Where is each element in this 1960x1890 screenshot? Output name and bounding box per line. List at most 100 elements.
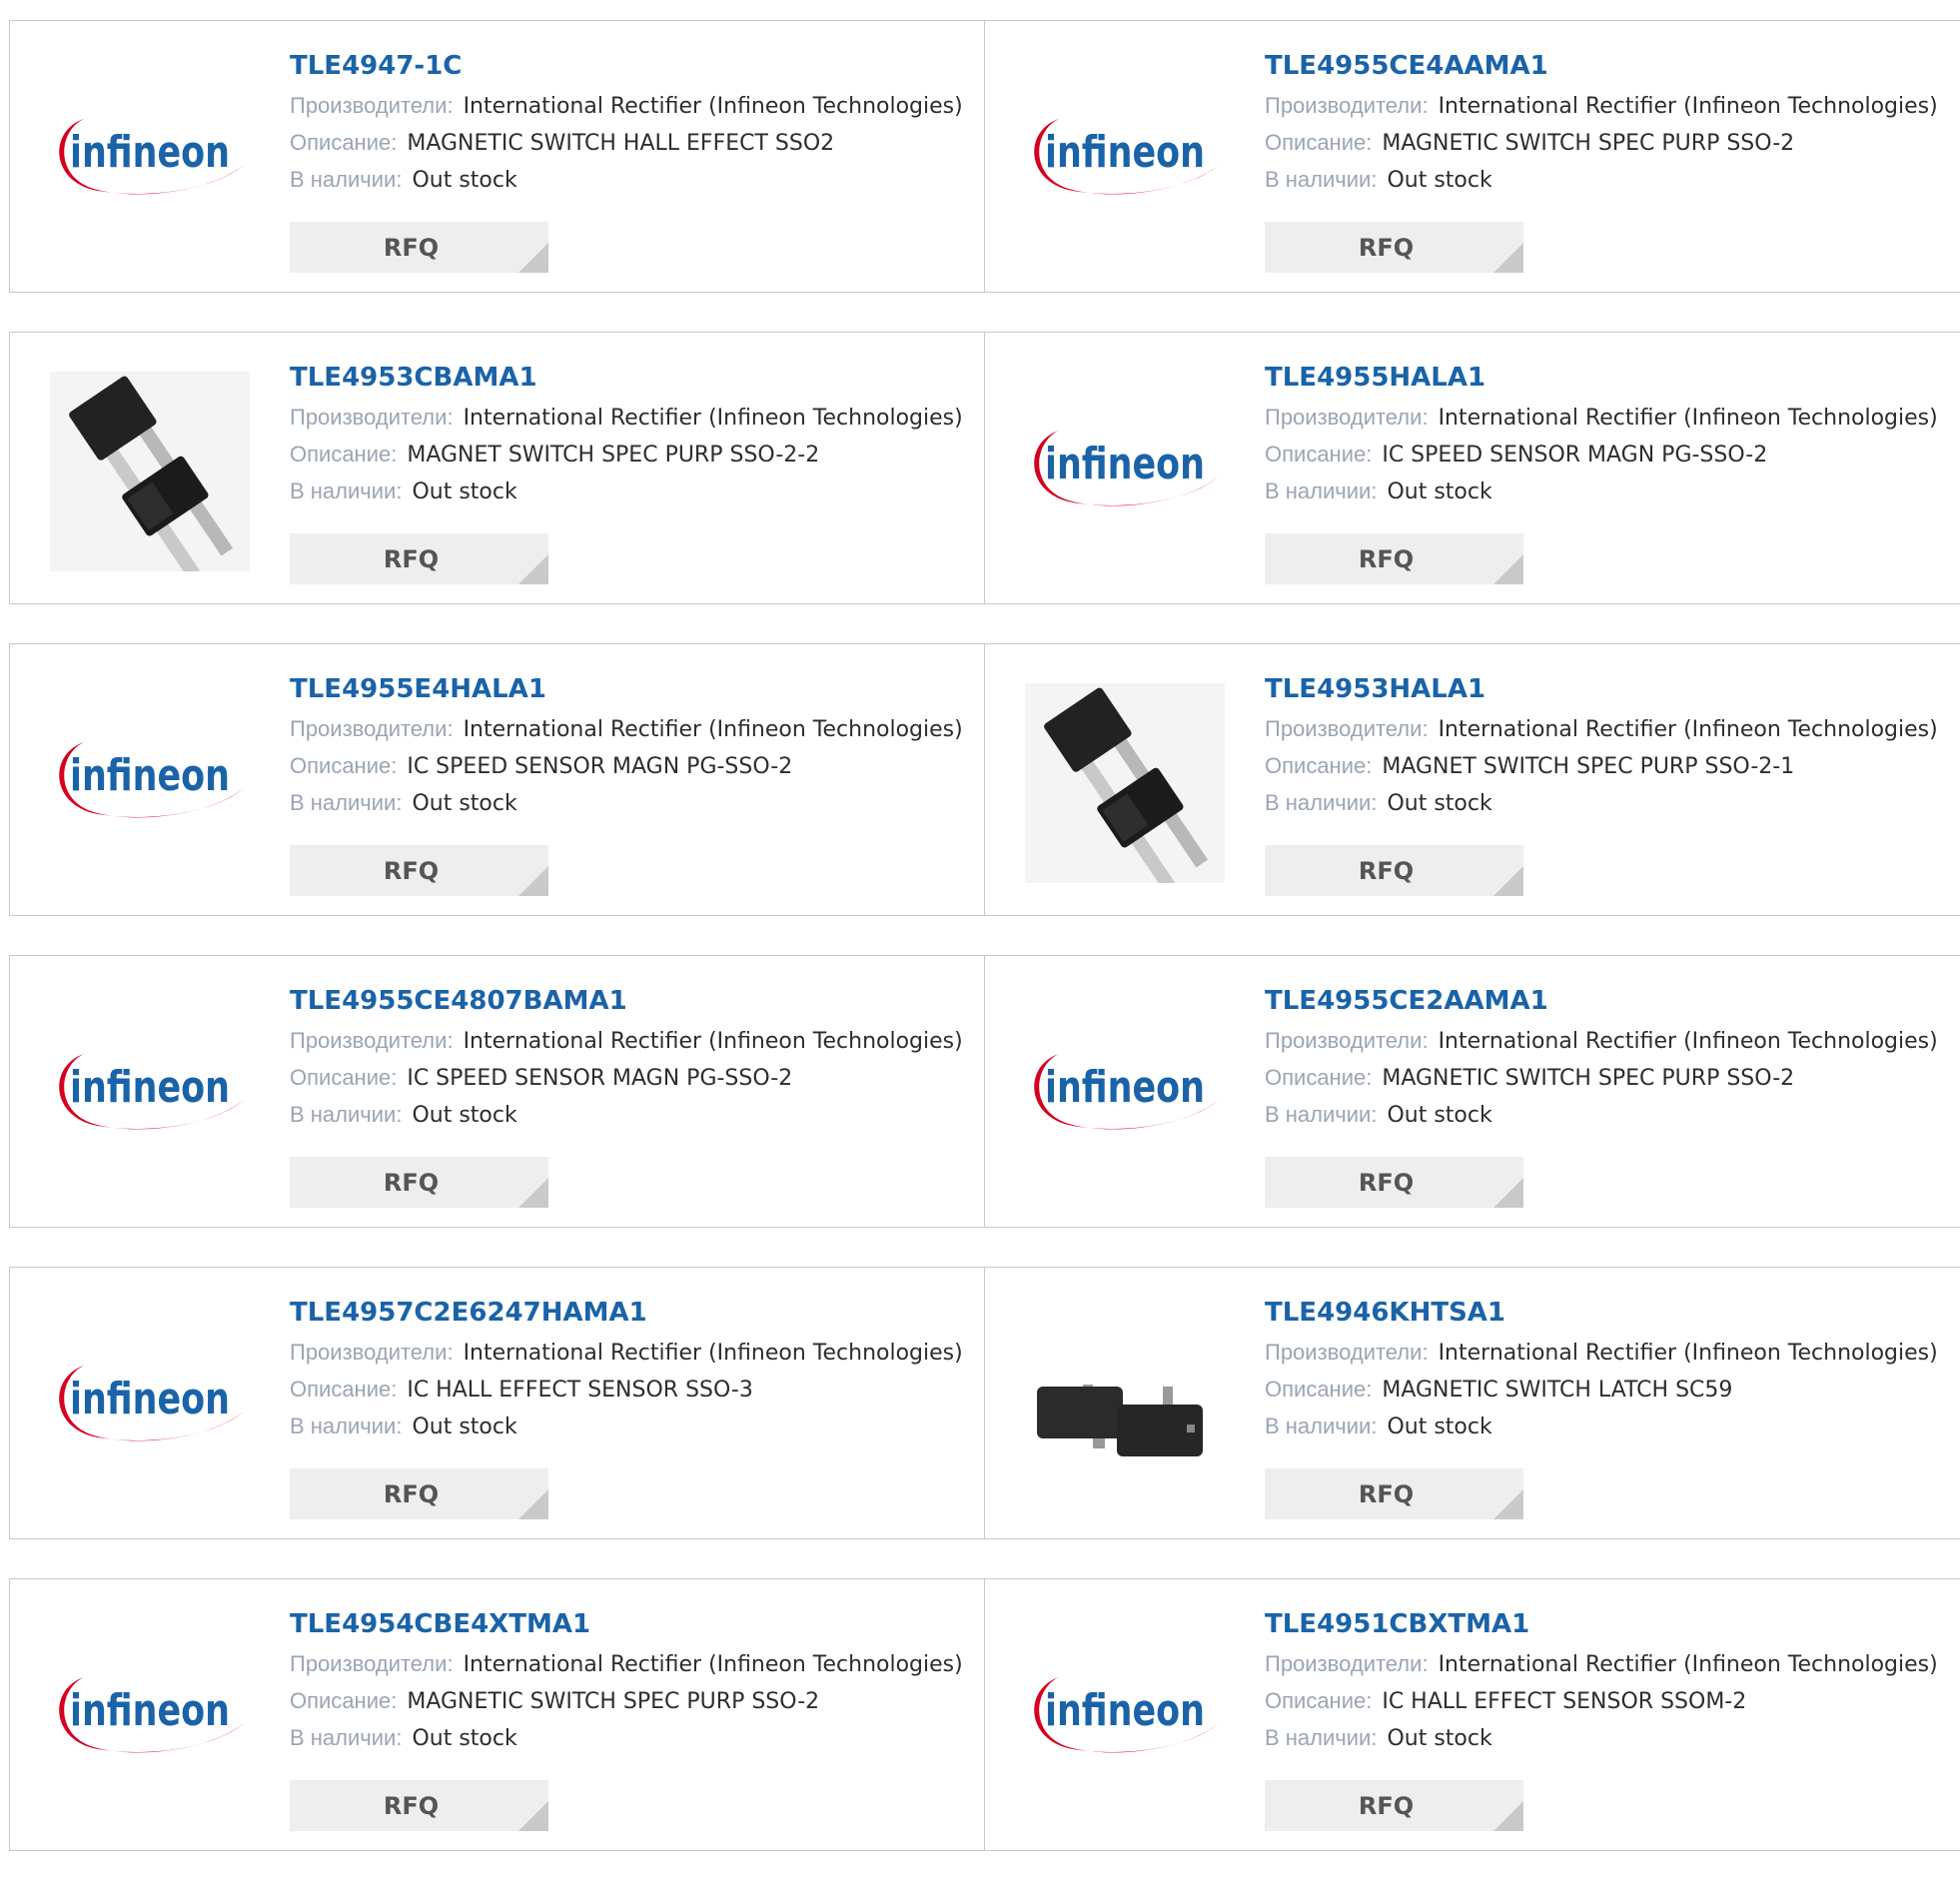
stock-value: Out stock bbox=[1387, 791, 1492, 816]
rfq-button[interactable]: RFQ bbox=[290, 222, 548, 273]
product-info: TLE4955CE4807BAMA1 Производители: Interna… bbox=[290, 984, 963, 1133]
manufacturer-label: Производители: bbox=[290, 1028, 454, 1053]
product-card: infineon TLE4947-1C Производители: Intern… bbox=[10, 21, 985, 292]
stock-label: В наличии: bbox=[1265, 790, 1378, 815]
manufacturer-value: International Rectifier (Infineon Techno… bbox=[463, 1652, 963, 1677]
product-card: infineon TLE4955E4HALA1 Производители: In… bbox=[10, 644, 985, 915]
product-row: TLE4953CBAMA1 Производители: Internationa… bbox=[9, 332, 1960, 604]
product-info: TLE4946KHTSA1 Производители: Internationa… bbox=[1265, 1296, 1938, 1444]
product-image[interactable]: infineon bbox=[50, 683, 250, 883]
rfq-label: RFQ bbox=[1358, 1791, 1415, 1820]
part-number-link[interactable]: TLE4953CBAMA1 bbox=[290, 361, 963, 395]
stock-label: В наличии: bbox=[1265, 1102, 1378, 1127]
product-card: infineon TLE4955CE4807BAMA1 Производител… bbox=[10, 956, 985, 1227]
stock-row: В наличии: Out stock bbox=[1265, 472, 1938, 509]
product-card: infineon TLE4955CE4AAMA1 Производители: I… bbox=[985, 21, 1960, 292]
description-row: Описание: MAGNETIC SWITCH HALL EFFECT SSO… bbox=[290, 124, 963, 161]
sensor-photo-icon bbox=[50, 372, 250, 571]
corner-fold-icon bbox=[1493, 554, 1523, 584]
rfq-button[interactable]: RFQ bbox=[1265, 1780, 1523, 1831]
corner-fold-icon bbox=[1493, 866, 1523, 896]
corner-fold-icon bbox=[518, 1178, 548, 1208]
part-number-link[interactable]: TLE4946KHTSA1 bbox=[1265, 1296, 1938, 1330]
manufacturer-value: International Rectifier (Infineon Techno… bbox=[1438, 1029, 1938, 1054]
product-info: TLE4951CBXTMA1 Производители: Internation… bbox=[1265, 1607, 1938, 1756]
part-number-link[interactable]: TLE4955CE2AAMA1 bbox=[1265, 984, 1938, 1018]
part-number-link[interactable]: TLE4955HALA1 bbox=[1265, 361, 1938, 395]
rfq-button[interactable]: RFQ bbox=[290, 1468, 548, 1519]
part-number-link[interactable]: TLE4954CBE4XTMA1 bbox=[290, 1607, 963, 1641]
manufacturer-label: Производители: bbox=[290, 93, 454, 118]
rfq-button[interactable]: RFQ bbox=[290, 1157, 548, 1208]
product-grid: infineon TLE4947-1C Производители: Intern… bbox=[9, 20, 1960, 1890]
rfq-button[interactable]: RFQ bbox=[290, 533, 548, 584]
corner-fold-icon bbox=[518, 866, 548, 896]
svg-text:infineon: infineon bbox=[70, 127, 230, 178]
manufacturer-value: International Rectifier (Infineon Techno… bbox=[1438, 1341, 1938, 1366]
product-image[interactable]: infineon bbox=[50, 1618, 250, 1818]
stock-row: В наличии: Out stock bbox=[1265, 784, 1938, 821]
stock-label: В наличии: bbox=[290, 167, 403, 192]
svg-text:infineon: infineon bbox=[1045, 1685, 1205, 1736]
rfq-label: RFQ bbox=[383, 1168, 440, 1197]
product-row: infineon TLE4947-1C Производители: Intern… bbox=[9, 20, 1960, 293]
stock-value: Out stock bbox=[1387, 1726, 1492, 1751]
product-card: TLE4953CBAMA1 Производители: Internationa… bbox=[10, 333, 985, 603]
corner-fold-icon bbox=[518, 554, 548, 584]
rfq-label: RFQ bbox=[383, 1479, 440, 1508]
product-image[interactable]: infineon bbox=[1025, 995, 1225, 1195]
part-number-link[interactable]: TLE4955E4HALA1 bbox=[290, 672, 963, 706]
stock-value: Out stock bbox=[412, 791, 517, 816]
product-image[interactable]: infineon bbox=[1025, 372, 1225, 571]
rfq-button[interactable]: RFQ bbox=[1265, 533, 1523, 584]
part-number-link[interactable]: TLE4955CE4AAMA1 bbox=[1265, 49, 1938, 83]
rfq-label: RFQ bbox=[383, 233, 440, 262]
product-image[interactable]: infineon bbox=[50, 60, 250, 260]
part-number-link[interactable]: TLE4955CE4807BAMA1 bbox=[290, 984, 963, 1018]
product-card: infineon TLE4955CE2AAMA1 Производители: I… bbox=[985, 956, 1960, 1227]
product-image[interactable]: infineon bbox=[1025, 60, 1225, 260]
product-row: infineon TLE4957C2E6247HAMA1 Производите… bbox=[9, 1267, 1960, 1539]
manufacturer-value: International Rectifier (Infineon Techno… bbox=[463, 717, 963, 742]
product-image[interactable] bbox=[1025, 683, 1225, 883]
svg-text:infineon: infineon bbox=[70, 750, 230, 801]
manufacturer-row: Производители: International Rectifier (I… bbox=[290, 710, 963, 747]
corner-fold-icon bbox=[518, 243, 548, 273]
stock-row: В наличии: Out stock bbox=[290, 784, 963, 821]
product-image[interactable]: infineon bbox=[1025, 1618, 1225, 1818]
svg-text:infineon: infineon bbox=[1045, 127, 1205, 178]
sensor-photo-icon bbox=[1025, 683, 1225, 883]
rfq-label: RFQ bbox=[1358, 1479, 1415, 1508]
manufacturer-row: Производители: International Rectifier (I… bbox=[1265, 1022, 1938, 1059]
svg-text:infineon: infineon bbox=[70, 1685, 230, 1736]
rfq-button[interactable]: RFQ bbox=[1265, 1468, 1523, 1519]
rfq-label: RFQ bbox=[383, 544, 440, 573]
stock-label: В наличии: bbox=[1265, 478, 1378, 503]
product-image[interactable]: infineon bbox=[50, 995, 250, 1195]
description-value: IC SPEED SENSOR MAGN PG-SSO-2 bbox=[1382, 443, 1768, 468]
part-number-link[interactable]: TLE4957C2E6247HAMA1 bbox=[290, 1296, 963, 1330]
rfq-button[interactable]: RFQ bbox=[290, 1780, 548, 1831]
rfq-button[interactable]: RFQ bbox=[1265, 845, 1523, 896]
product-info: TLE4955CE2AAMA1 Производители: Internatio… bbox=[1265, 984, 1938, 1133]
rfq-button[interactable]: RFQ bbox=[290, 845, 548, 896]
product-row: infineon TLE4955E4HALA1 Производители: In… bbox=[9, 643, 1960, 916]
description-label: Описание: bbox=[290, 1688, 398, 1713]
product-image[interactable] bbox=[50, 372, 250, 571]
description-label: Описание: bbox=[1265, 1065, 1373, 1090]
product-image[interactable] bbox=[1025, 1307, 1225, 1506]
manufacturer-label: Производители: bbox=[1265, 1028, 1429, 1053]
rfq-button[interactable]: RFQ bbox=[1265, 222, 1523, 273]
product-image[interactable]: infineon bbox=[50, 1307, 250, 1506]
manufacturer-label: Производители: bbox=[1265, 405, 1429, 430]
part-number-link[interactable]: TLE4951CBXTMA1 bbox=[1265, 1607, 1938, 1641]
part-number-link[interactable]: TLE4953HALA1 bbox=[1265, 672, 1938, 706]
manufacturer-row: Производители: International Rectifier (I… bbox=[290, 1334, 963, 1371]
stock-value: Out stock bbox=[1387, 168, 1492, 193]
rfq-label: RFQ bbox=[383, 1791, 440, 1820]
description-value: MAGNETIC SWITCH SPEC PURP SSO-2 bbox=[407, 1689, 820, 1714]
product-info: TLE4955CE4AAMA1 Производители: Internatio… bbox=[1265, 49, 1938, 198]
corner-fold-icon bbox=[518, 1801, 548, 1831]
rfq-button[interactable]: RFQ bbox=[1265, 1157, 1523, 1208]
part-number-link[interactable]: TLE4947-1C bbox=[290, 49, 963, 83]
